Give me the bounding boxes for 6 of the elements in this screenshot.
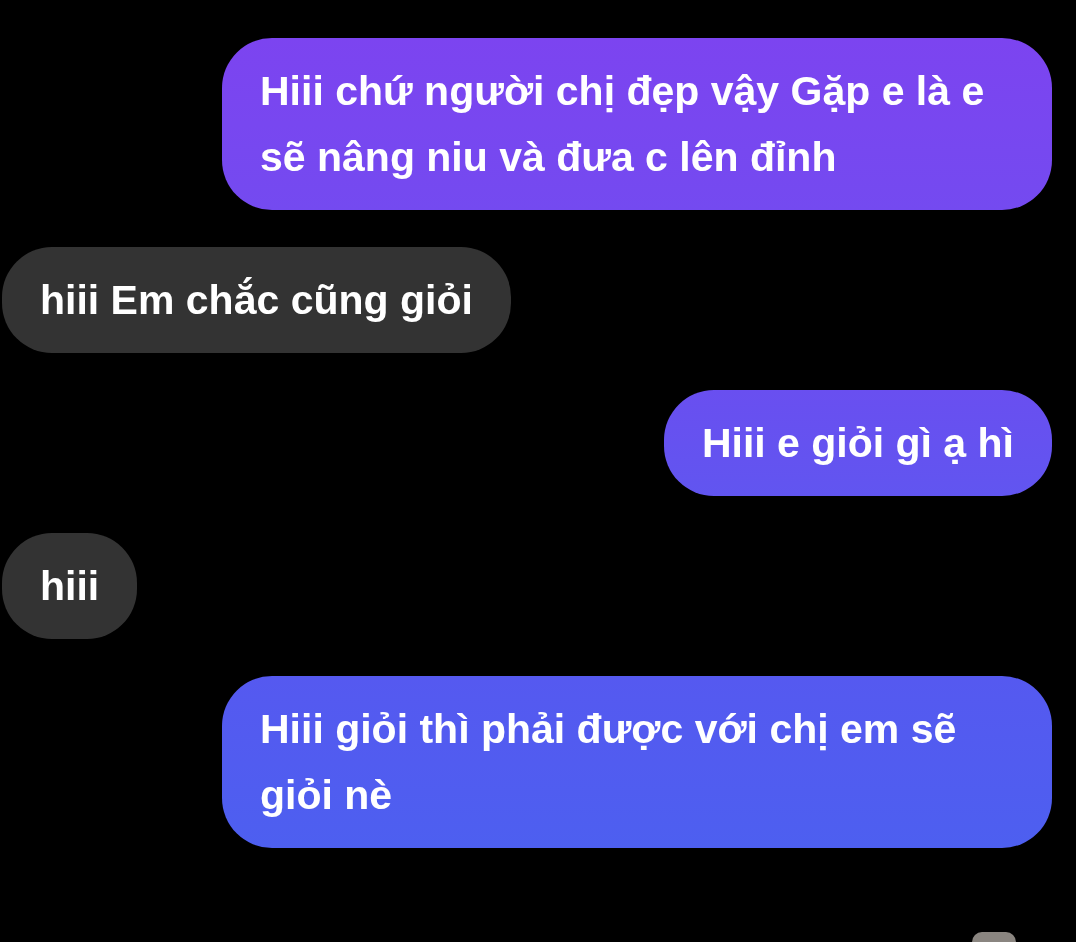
message-bubble: Hiii chứ người chị đẹp vậy Gặp e là e sẽ nâng niu và đưa c lên đỉnh <box>222 38 1052 210</box>
message-bubble: hiii <box>2 533 138 639</box>
avatar <box>972 932 1016 942</box>
message-bubble: hiii Em chắc cũng giỏi <box>2 247 511 353</box>
message-bubble: Hiii giỏi thì phải được với chị em sẽ giỏi nè <box>222 676 1052 848</box>
message-bubble: Hiii e giỏi gì ạ hì <box>663 390 1052 496</box>
